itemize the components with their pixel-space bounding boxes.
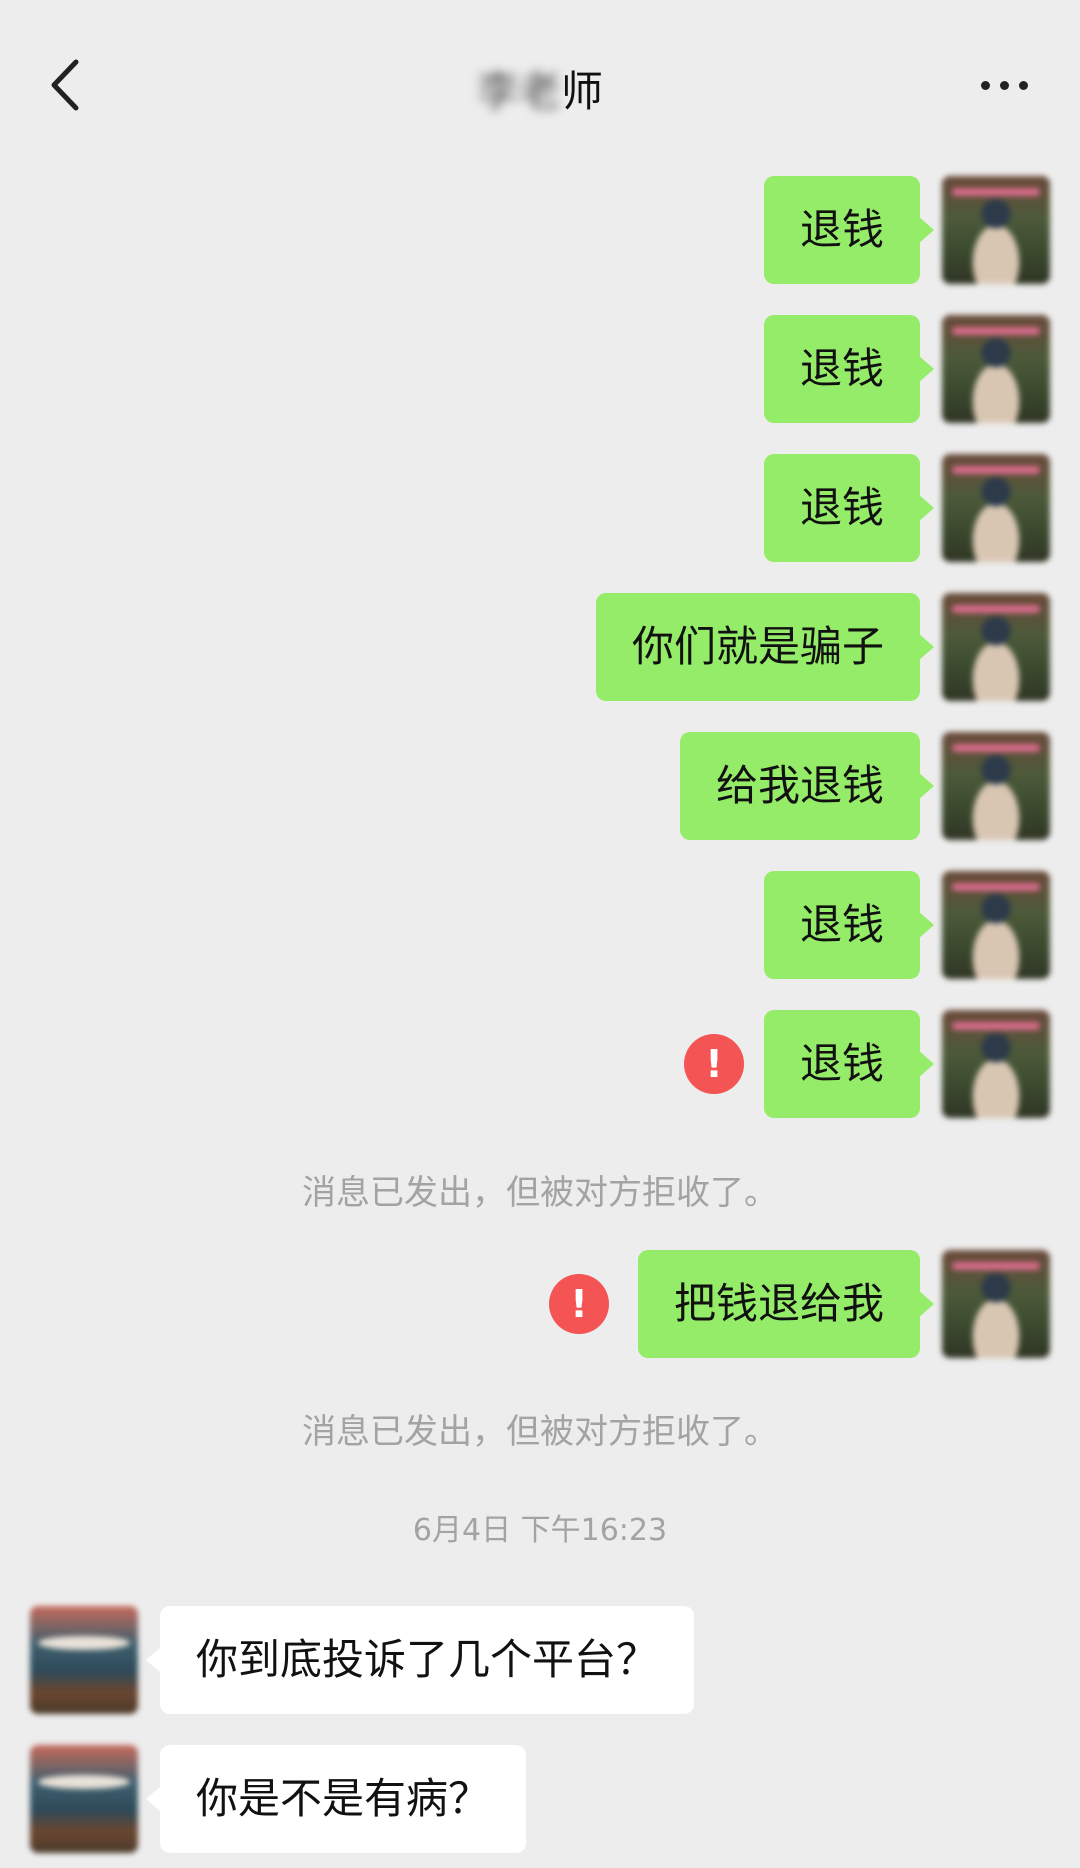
more-options-button[interactable] <box>964 60 1044 110</box>
send-failed-icon[interactable]: ! <box>549 1274 609 1334</box>
chat-header: 李老师 <box>0 0 1080 168</box>
received-message-bubble[interactable]: 你到底投诉了几个平台？ <box>145 1606 695 1714</box>
my-avatar[interactable] <box>942 1010 1050 1118</box>
my-avatar[interactable] <box>942 1250 1050 1358</box>
dot-icon <box>980 80 990 90</box>
my-avatar[interactable] <box>942 593 1050 701</box>
sent-message-bubble[interactable]: 你们就是骗子 <box>595 593 935 701</box>
chat-screen: 李老师 退钱 退钱 退钱 你们就是骗子 给我退钱 退钱 ! 退钱 消息已发出，但… <box>0 0 1080 1868</box>
my-avatar[interactable] <box>942 871 1050 979</box>
my-avatar[interactable] <box>942 315 1050 423</box>
system-notice: 消息已发出，但被对方拒收了。 <box>302 1173 778 1213</box>
sent-message-bubble[interactable]: 退钱 <box>763 176 935 284</box>
sent-message-bubble[interactable]: 把钱退给我 <box>637 1250 935 1358</box>
sent-message-bubble[interactable]: 给我退钱 <box>679 732 935 840</box>
sent-message-bubble[interactable]: 退钱 <box>763 315 935 423</box>
message-timestamp: 6月4日 下午16:23 <box>412 1513 668 1548</box>
my-avatar[interactable] <box>942 176 1050 284</box>
sent-message-bubble[interactable]: 退钱 <box>763 1010 935 1118</box>
send-failed-icon[interactable]: ! <box>684 1034 744 1094</box>
dot-icon <box>999 80 1009 90</box>
my-avatar[interactable] <box>942 732 1050 840</box>
chat-title-suffix: 师 <box>561 67 604 116</box>
sent-message-bubble[interactable]: 退钱 <box>763 454 935 562</box>
chat-title-blurred: 李老 <box>476 67 561 116</box>
contact-avatar[interactable] <box>30 1606 138 1714</box>
chat-title: 李老师 <box>0 58 1080 119</box>
my-avatar[interactable] <box>942 454 1050 562</box>
dot-icon <box>1018 80 1028 90</box>
system-notice: 消息已发出，但被对方拒收了。 <box>302 1412 778 1452</box>
received-message-bubble[interactable]: 你是不是有病？ <box>145 1745 527 1853</box>
contact-avatar[interactable] <box>30 1745 138 1853</box>
sent-message-bubble[interactable]: 退钱 <box>763 871 935 979</box>
